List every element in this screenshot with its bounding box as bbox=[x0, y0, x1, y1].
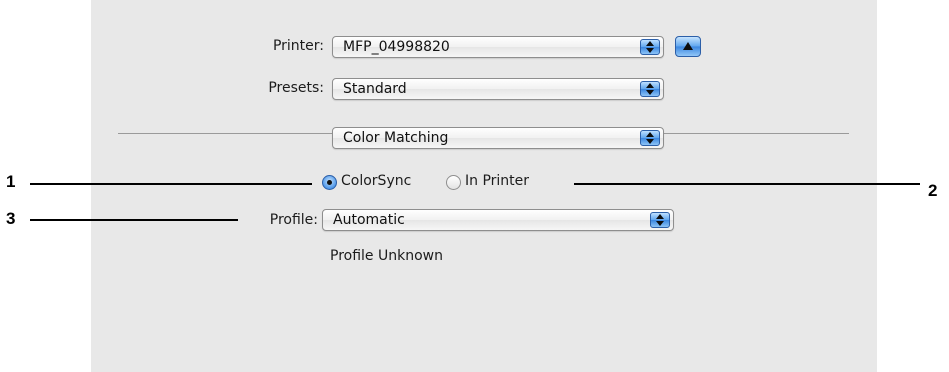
profile-value: Automatic bbox=[333, 212, 405, 228]
presets-label: Presets: bbox=[268, 80, 324, 96]
callout-2: 2 bbox=[928, 181, 938, 200]
colorsync-label: ColorSync bbox=[341, 173, 412, 189]
separator-right bbox=[664, 133, 849, 134]
updown-arrows-icon bbox=[640, 130, 660, 146]
updown-arrows-icon bbox=[650, 212, 670, 228]
profile-status: Profile Unknown bbox=[330, 248, 443, 264]
presets-popup[interactable]: Standard bbox=[332, 78, 664, 100]
printer-label: Printer: bbox=[272, 38, 324, 54]
in-printer-label: In Printer bbox=[465, 173, 530, 189]
callout-line-1 bbox=[30, 183, 312, 185]
updown-arrows-icon bbox=[640, 39, 660, 55]
callout-line-2 bbox=[574, 183, 920, 185]
updown-arrows-icon bbox=[640, 81, 660, 97]
callout-3: 3 bbox=[6, 209, 16, 228]
panel-menu-value: Color Matching bbox=[343, 130, 449, 146]
profile-label: Profile: bbox=[269, 212, 318, 228]
printer-value: MFP_04998820 bbox=[343, 39, 450, 55]
colorsync-radio[interactable] bbox=[322, 175, 337, 190]
profile-popup[interactable]: Automatic bbox=[322, 209, 674, 231]
callout-line-3 bbox=[30, 219, 238, 221]
separator-left bbox=[118, 133, 333, 134]
printer-popup[interactable]: MFP_04998820 bbox=[332, 36, 664, 58]
in-printer-radio[interactable] bbox=[446, 175, 461, 190]
presets-value: Standard bbox=[343, 81, 407, 97]
panel-menu-popup[interactable]: Color Matching bbox=[332, 127, 664, 149]
disclosure-button[interactable] bbox=[675, 36, 701, 57]
callout-1: 1 bbox=[6, 172, 16, 191]
